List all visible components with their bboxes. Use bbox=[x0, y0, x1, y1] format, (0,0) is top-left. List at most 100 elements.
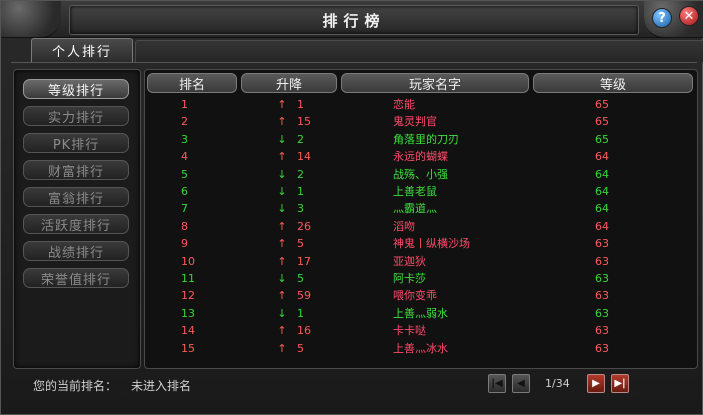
category-button[interactable]: 荣誉值排行 bbox=[23, 268, 129, 288]
category-button[interactable]: 财富排行 bbox=[23, 160, 129, 180]
level-cell: 63 bbox=[595, 272, 609, 285]
next-page-button[interactable]: ▶ bbox=[587, 374, 605, 393]
wing-ornament-left bbox=[1, 1, 61, 38]
category-button[interactable]: 战绩排行 bbox=[23, 241, 129, 261]
change-cell: 1 bbox=[297, 306, 304, 320]
level-cell: 63 bbox=[595, 289, 609, 303]
table-row[interactable]: 7 ↓ 3 灬霸道灬 64 bbox=[147, 200, 693, 218]
rank-cell: 8 bbox=[181, 219, 188, 233]
rank-cell: 6 bbox=[181, 185, 188, 198]
header-change[interactable]: 升降 bbox=[241, 73, 337, 93]
category-button[interactable]: 等级排行 bbox=[23, 79, 129, 99]
arrow-down-icon: ↓ bbox=[277, 202, 287, 216]
category-button[interactable]: 实力排行 bbox=[23, 106, 129, 126]
page-indicator: 1/34 bbox=[545, 377, 570, 390]
level-cell: 64 bbox=[595, 185, 609, 198]
prev-page-button[interactable]: ◀ bbox=[512, 374, 530, 393]
rank-cell: 7 bbox=[181, 202, 188, 216]
table-row[interactable]: 11 ↓ 5 阿卡莎 63 bbox=[147, 270, 693, 288]
table-row[interactable]: 15 ↑ 5 上善灬冰水 63 bbox=[147, 340, 693, 358]
first-page-icon: |◀ bbox=[491, 378, 503, 389]
window-title: 排行榜 bbox=[322, 11, 386, 30]
table-row[interactable]: 5 ↓ 2 战殇、小强 64 bbox=[147, 166, 693, 184]
question-icon: ? bbox=[658, 10, 666, 26]
tab-bar: 个人排行 bbox=[11, 38, 703, 63]
rank-cell: 15 bbox=[181, 341, 195, 355]
prev-page-icon: ◀ bbox=[517, 378, 525, 389]
ranking-window: 排行榜 ? ✕ 个人排行 等级排行实力排行 PK排行财富排行富翁排行活跃度排行战绩… bbox=[0, 0, 703, 415]
player-name-cell: 卡卡哒 bbox=[393, 324, 426, 338]
player-name-cell: 永远的蝴蝶 bbox=[393, 150, 448, 164]
table-row[interactable]: 14 ↑ 16 卡卡哒 63 bbox=[147, 322, 693, 340]
player-name-cell: 角落里的刀刃 bbox=[393, 132, 459, 146]
next-page-icon: ▶ bbox=[592, 378, 600, 389]
arrow-up-icon: ↑ bbox=[277, 115, 287, 129]
level-cell: 63 bbox=[595, 324, 609, 338]
table-row[interactable]: 6 ↓ 1 上善老鼠 64 bbox=[147, 183, 693, 201]
change-cell: 3 bbox=[297, 202, 304, 216]
title-bar: 排行榜 ? ✕ bbox=[1, 1, 703, 38]
player-name-cell: 上善灬弱水 bbox=[393, 306, 448, 320]
change-cell: 1 bbox=[297, 98, 304, 111]
last-page-icon: ▶| bbox=[614, 378, 626, 389]
player-name-cell: 鬼灵判官 bbox=[393, 115, 437, 129]
category-button[interactable]: 活跃度排行 bbox=[23, 214, 129, 234]
arrow-up-icon: ↑ bbox=[277, 341, 287, 355]
rank-cell: 9 bbox=[181, 237, 188, 251]
rank-cell: 3 bbox=[181, 132, 188, 146]
player-name-cell: 上善老鼠 bbox=[393, 185, 437, 198]
header-level[interactable]: 等级 bbox=[533, 73, 693, 93]
level-cell: 63 bbox=[595, 306, 609, 320]
arrow-down-icon: ↓ bbox=[277, 167, 287, 181]
category-button[interactable]: 富翁排行 bbox=[23, 187, 129, 207]
change-cell: 14 bbox=[297, 150, 311, 164]
rank-cell: 2 bbox=[181, 115, 188, 129]
change-cell: 16 bbox=[297, 324, 311, 338]
table-row[interactable]: 1 ↑ 1 恋能 65 bbox=[147, 96, 693, 114]
level-cell: 64 bbox=[595, 219, 609, 233]
last-page-button[interactable]: ▶| bbox=[611, 374, 629, 393]
level-cell: 65 bbox=[595, 115, 609, 129]
arrow-down-icon: ↓ bbox=[277, 132, 287, 146]
arrow-down-icon: ↓ bbox=[277, 306, 287, 320]
table-row[interactable]: 3 ↓ 2 角落里的刀刃 65 bbox=[147, 131, 693, 149]
help-button[interactable]: ? bbox=[652, 8, 672, 28]
header-player-name[interactable]: 玩家名字 bbox=[341, 73, 529, 93]
table-row[interactable]: 8 ↑ 26 滔吻 64 bbox=[147, 218, 693, 236]
arrow-up-icon: ↑ bbox=[277, 289, 287, 303]
level-cell: 63 bbox=[595, 254, 609, 268]
header-rank[interactable]: 排名 bbox=[147, 73, 237, 93]
level-cell: 65 bbox=[595, 132, 609, 146]
tab-bar-filler bbox=[135, 40, 703, 62]
change-cell: 5 bbox=[297, 272, 304, 285]
player-name-cell: 上善灬冰水 bbox=[393, 341, 448, 355]
level-cell: 65 bbox=[595, 98, 609, 111]
change-cell: 2 bbox=[297, 132, 304, 146]
table-row[interactable]: 13 ↓ 1 上善灬弱水 63 bbox=[147, 305, 693, 323]
category-button[interactable]: PK排行 bbox=[23, 133, 129, 153]
table-row[interactable]: 4 ↑ 14 永远的蝴蝶 64 bbox=[147, 148, 693, 166]
tab-personal-ranking[interactable]: 个人排行 bbox=[31, 38, 133, 62]
table-row[interactable]: 10 ↑ 17 亚迦狄 63 bbox=[147, 253, 693, 271]
close-button[interactable]: ✕ bbox=[679, 6, 699, 26]
table-row[interactable]: 12 ↑ 59 喂你变乖 63 bbox=[147, 287, 693, 305]
change-cell: 5 bbox=[297, 237, 304, 251]
level-cell: 63 bbox=[595, 341, 609, 355]
change-cell: 2 bbox=[297, 167, 304, 181]
arrow-up-icon: ↑ bbox=[277, 254, 287, 268]
player-name-cell: 神鬼丨纵横沙场 bbox=[393, 237, 470, 251]
rank-cell: 1 bbox=[181, 98, 188, 111]
arrow-up-icon: ↑ bbox=[277, 150, 287, 164]
first-page-button[interactable]: |◀ bbox=[488, 374, 506, 393]
level-cell: 63 bbox=[595, 237, 609, 251]
rank-cell: 5 bbox=[181, 167, 188, 181]
player-name-cell: 战殇、小强 bbox=[393, 167, 448, 181]
table-row[interactable]: 2 ↑ 15 鬼灵判官 65 bbox=[147, 113, 693, 131]
arrow-up-icon: ↑ bbox=[277, 219, 287, 233]
player-name-cell: 恋能 bbox=[393, 98, 415, 111]
player-name-cell: 喂你变乖 bbox=[393, 289, 437, 303]
arrow-down-icon: ↓ bbox=[277, 272, 287, 285]
table-row[interactable]: 9 ↑ 5 神鬼丨纵横沙场 63 bbox=[147, 235, 693, 253]
change-cell: 15 bbox=[297, 115, 311, 129]
current-rank-value: 未进入排名 bbox=[131, 379, 192, 393]
